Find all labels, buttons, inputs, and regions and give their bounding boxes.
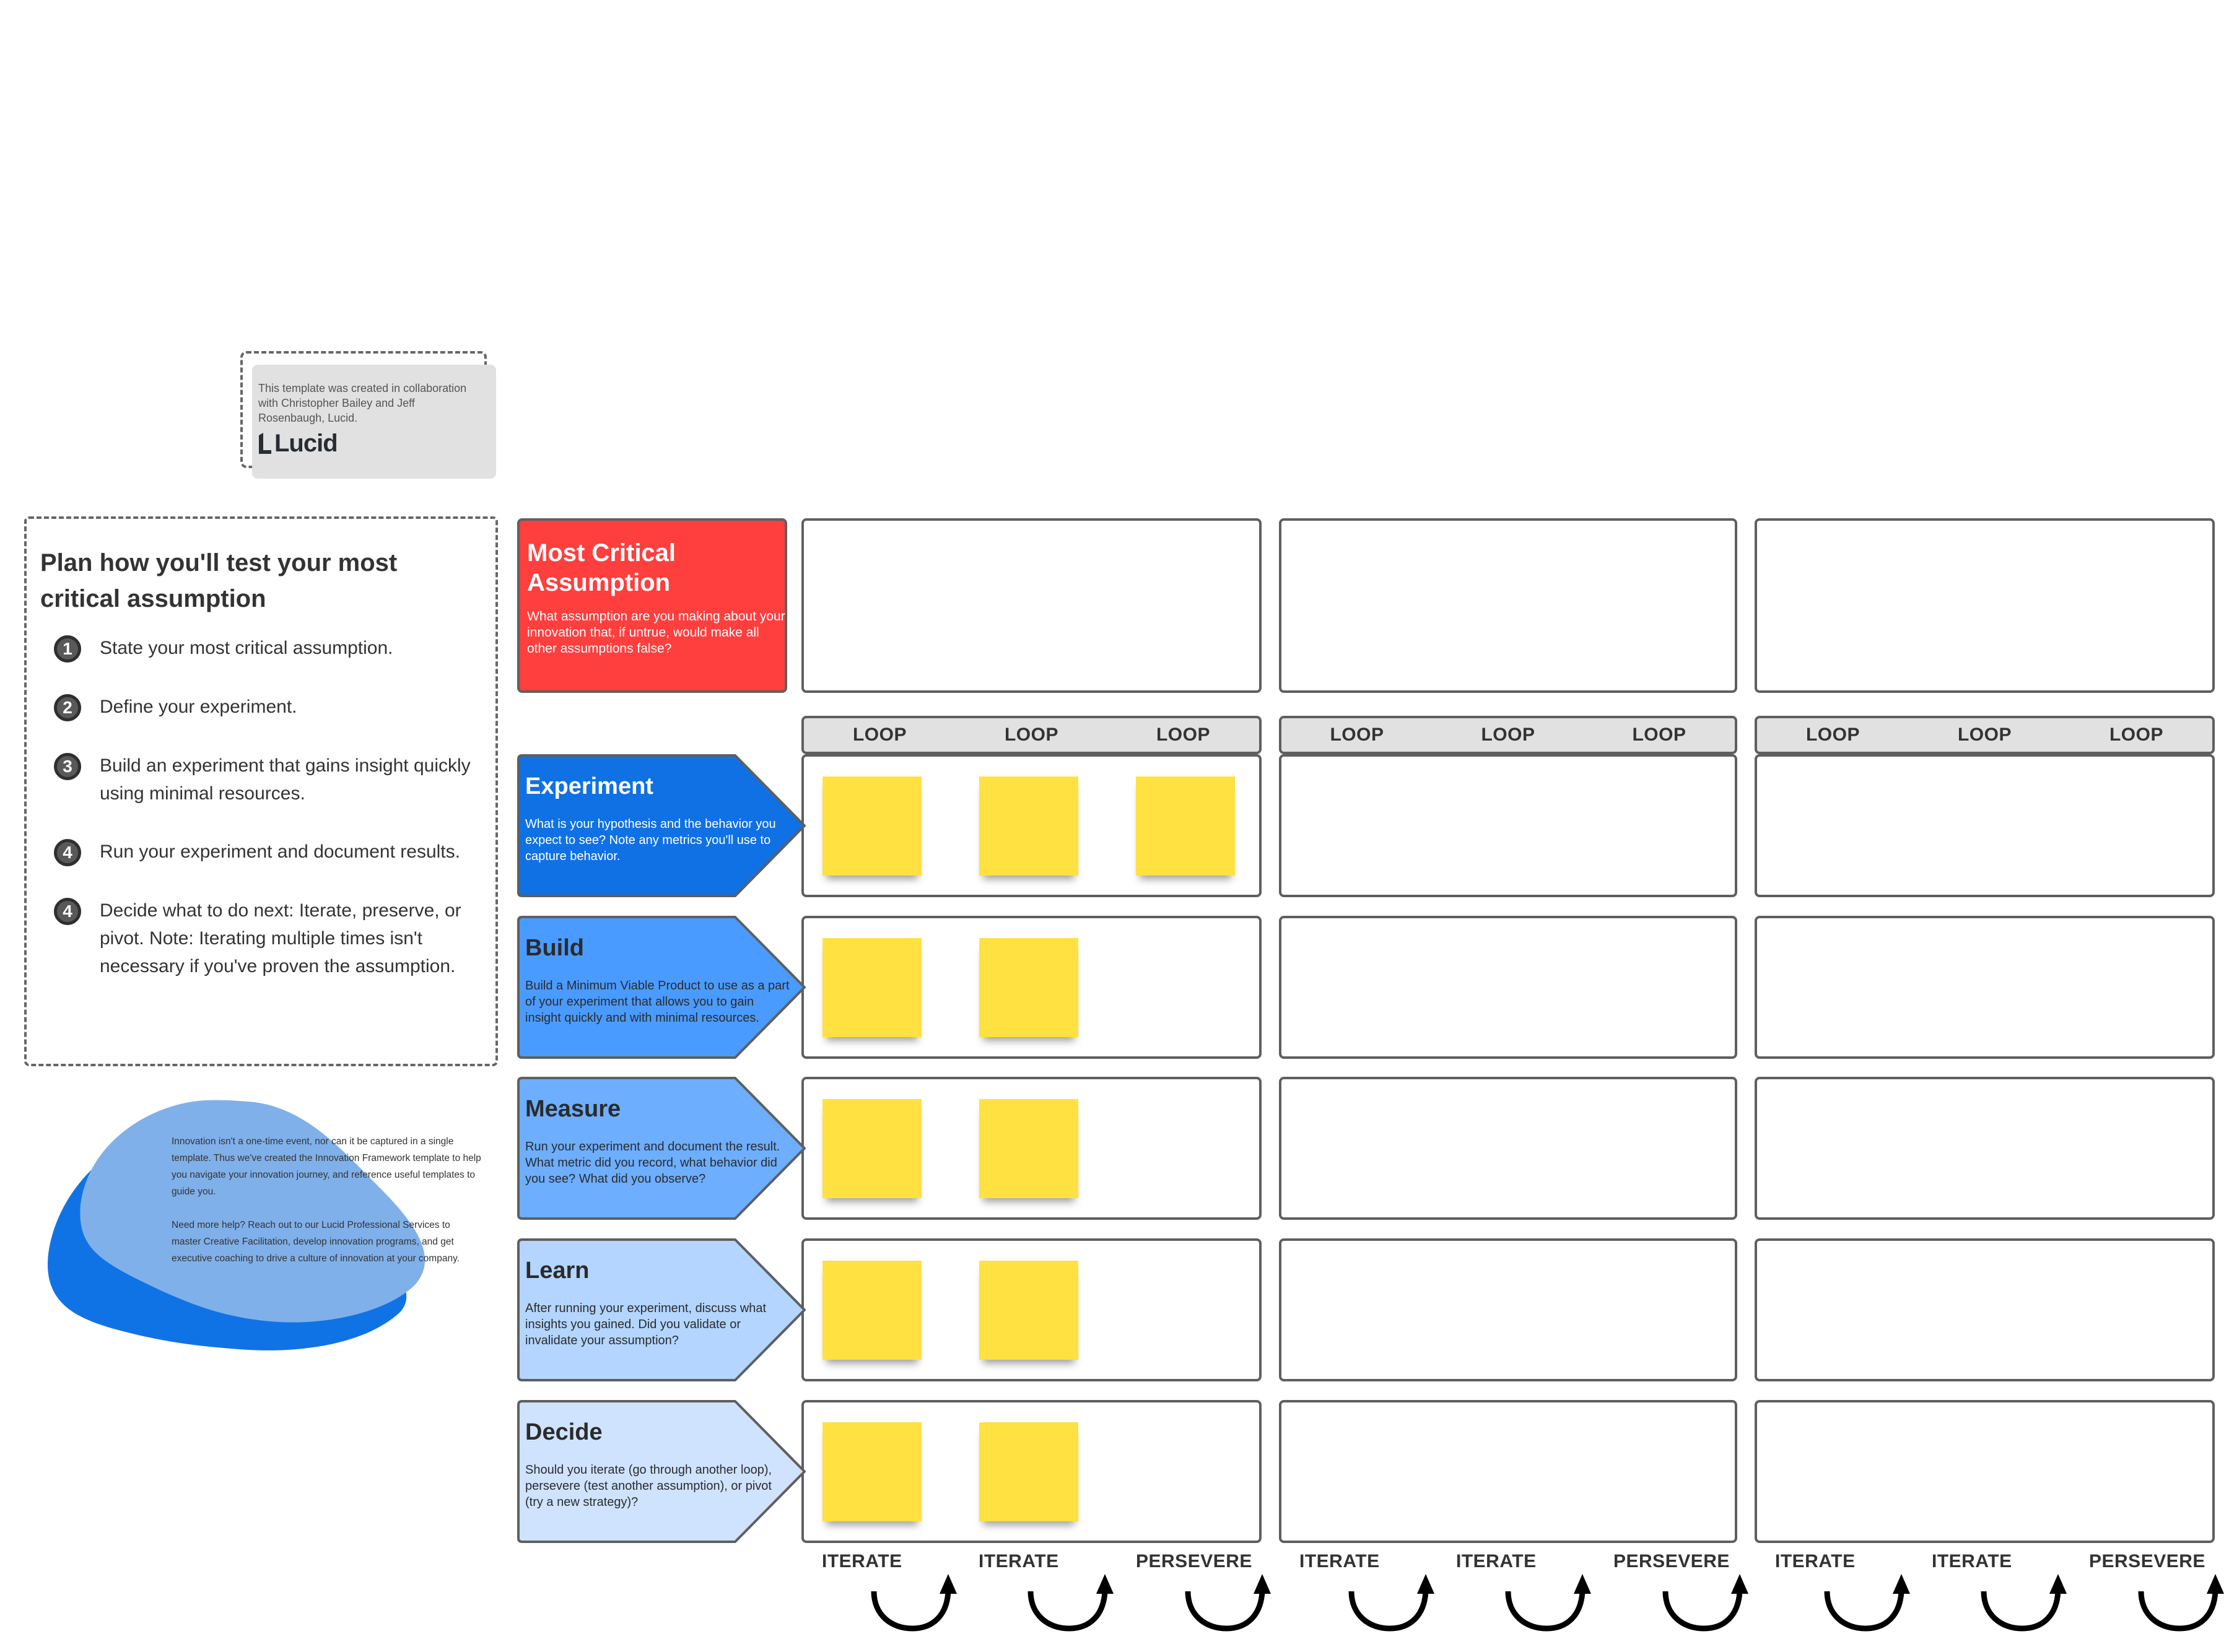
loop-label: LOOP	[1156, 724, 1210, 745]
stage-0-column-3-area[interactable]	[1755, 754, 2215, 897]
assumption-panel-1[interactable]	[801, 518, 1262, 693]
step-text: Define your experiment.	[100, 697, 297, 717]
outcome-label: PERSEVERE	[1613, 1551, 1730, 1572]
stage-label-decide: Decide Should you iterate (go through an…	[517, 1400, 808, 1543]
loop-label: LOOP	[1004, 724, 1058, 745]
loop-label: LOOP	[2109, 724, 2163, 745]
instruction-step: 4 Decide what to do next: Iterate, prese…	[54, 897, 495, 980]
outcome-label: ITERATE	[1456, 1551, 1537, 1572]
loop-header-3: LOOP LOOP LOOP	[1755, 716, 2215, 754]
credit-text: This template was created in collaborati…	[258, 382, 467, 424]
step-text: Decide what to do next: Iterate, preserv…	[100, 900, 461, 976]
stage-description: After running your experiment, discuss w…	[525, 1302, 767, 1347]
sticky-note[interactable]	[979, 776, 1078, 876]
sticky-note[interactable]	[979, 1099, 1078, 1198]
stage-label-build: Build Build a Minimum Viable Product to …	[517, 916, 808, 1059]
info-paragraph: Need more help? Reach out to our Lucid P…	[172, 1220, 460, 1264]
sticky-note[interactable]	[822, 1099, 922, 1198]
stage-description: Build a Minimum Viable Product to use as…	[525, 979, 790, 1025]
stage-3-column-3-area[interactable]	[1755, 1238, 2215, 1381]
stage-title: Experiment	[525, 773, 653, 799]
step-text: Build an experiment that gains insight q…	[100, 755, 471, 804]
lucid-logo: Lucid	[258, 430, 490, 457]
loop-label: LOOP	[1481, 724, 1535, 745]
stage-4-column-2-area[interactable]	[1279, 1400, 1737, 1543]
critical-assumption-card: Most Critical Assumption What assumption…	[517, 518, 787, 693]
stage-title: Decide	[525, 1419, 603, 1445]
loop-label: LOOP	[1632, 724, 1686, 745]
stage-0-column-2-area[interactable]	[1279, 754, 1737, 897]
outcome-label: ITERATE	[1299, 1551, 1380, 1572]
sticky-note[interactable]	[822, 1261, 922, 1360]
outcome-label: ITERATE	[979, 1551, 1059, 1572]
instructions-panel: Plan how you'll test your most critical …	[24, 516, 498, 1066]
outcome-label: ITERATE	[1775, 1551, 1856, 1572]
credit-card: This template was created in collaborati…	[252, 365, 496, 479]
stage-1-column-2-area[interactable]	[1279, 916, 1737, 1059]
outcome-label: PERSEVERE	[1136, 1551, 1252, 1572]
loop-arrow-icon	[1344, 1572, 1443, 1633]
outcome-label: ITERATE	[822, 1551, 902, 1572]
loop-arrow-icon	[1180, 1572, 1280, 1633]
outcome-label: ITERATE	[1932, 1551, 2012, 1572]
loop-label: LOOP	[852, 724, 907, 745]
stage-description: Run your experiment and document the res…	[525, 1140, 780, 1186]
loop-arrow-icon	[1023, 1572, 1122, 1633]
loop-header-2: LOOP LOOP LOOP	[1279, 716, 1737, 754]
stage-label-measure: Measure Run your experiment and document…	[517, 1077, 808, 1220]
loop-label: LOOP	[1330, 724, 1384, 745]
outcome-label: PERSEVERE	[2089, 1551, 2205, 1572]
stage-title: Measure	[525, 1096, 621, 1122]
stage-label-experiment: Experiment What is your hypothesis and t…	[517, 754, 808, 897]
lucid-logo-text: Lucid	[274, 430, 338, 457]
stage-3-column-2-area[interactable]	[1279, 1238, 1737, 1381]
loop-label: LOOP	[1805, 724, 1860, 745]
sticky-note[interactable]	[822, 776, 922, 876]
step-number-badge: 4	[54, 839, 81, 866]
stage-label-learn: Learn After running your experiment, dis…	[517, 1238, 808, 1381]
stage-description: What is your hypothesis and the behavior…	[525, 817, 776, 863]
step-number-badge: 3	[54, 753, 81, 780]
loop-arrow-icon	[1820, 1572, 1919, 1633]
loop-arrow-icon	[866, 1572, 966, 1633]
sticky-note[interactable]	[822, 938, 922, 1037]
sticky-note[interactable]	[979, 938, 1078, 1037]
loop-arrow-icon	[2134, 1572, 2229, 1633]
stage-title: Learn	[525, 1258, 590, 1284]
stage-2-column-2-area[interactable]	[1279, 1077, 1737, 1220]
stage-4-column-3-area[interactable]	[1755, 1400, 2215, 1543]
critical-assumption-title: Most Critical Assumption	[527, 539, 676, 596]
instruction-step: 3 Build an experiment that gains insight…	[54, 752, 495, 807]
loop-header-1: LOOP LOOP LOOP	[801, 716, 1262, 754]
instruction-step: 1 State your most critical assumption.	[54, 634, 495, 663]
loop-arrow-icon	[1658, 1572, 1757, 1633]
instruction-step: 4 Run your experiment and document resul…	[54, 838, 495, 866]
loop-label: LOOP	[1957, 724, 2012, 745]
instruction-step: 2 Define your experiment.	[54, 693, 495, 721]
stage-2-column-3-area[interactable]	[1755, 1077, 2215, 1220]
lucid-logo-icon	[258, 433, 272, 454]
step-number-badge: 1	[54, 635, 81, 663]
info-paragraph: Innovation isn't a one-time event, nor c…	[172, 1136, 481, 1197]
step-number-badge: 2	[54, 694, 81, 721]
assumption-panel-2[interactable]	[1279, 518, 1737, 693]
stage-1-column-3-area[interactable]	[1755, 916, 2215, 1059]
sticky-note[interactable]	[979, 1261, 1078, 1360]
instructions-title: Plan how you'll test your most critical …	[40, 549, 398, 612]
critical-assumption-description: What assumption are you making about you…	[527, 609, 785, 656]
sticky-note[interactable]	[822, 1422, 922, 1521]
step-text: State your most critical assumption.	[100, 638, 393, 658]
sticky-note[interactable]	[979, 1422, 1078, 1521]
stage-description: Should you iterate (go through another l…	[525, 1463, 772, 1509]
step-number-badge: 4	[54, 898, 81, 925]
loop-arrow-icon	[1976, 1572, 2075, 1633]
stage-title: Build	[525, 935, 584, 961]
loop-arrow-icon	[1501, 1572, 1600, 1633]
sticky-note[interactable]	[1136, 776, 1235, 876]
assumption-panel-3[interactable]	[1755, 518, 2215, 693]
step-text: Run your experiment and document results…	[100, 841, 460, 862]
info-blob-text: Innovation isn't a one-time event, nor c…	[172, 1133, 481, 1267]
